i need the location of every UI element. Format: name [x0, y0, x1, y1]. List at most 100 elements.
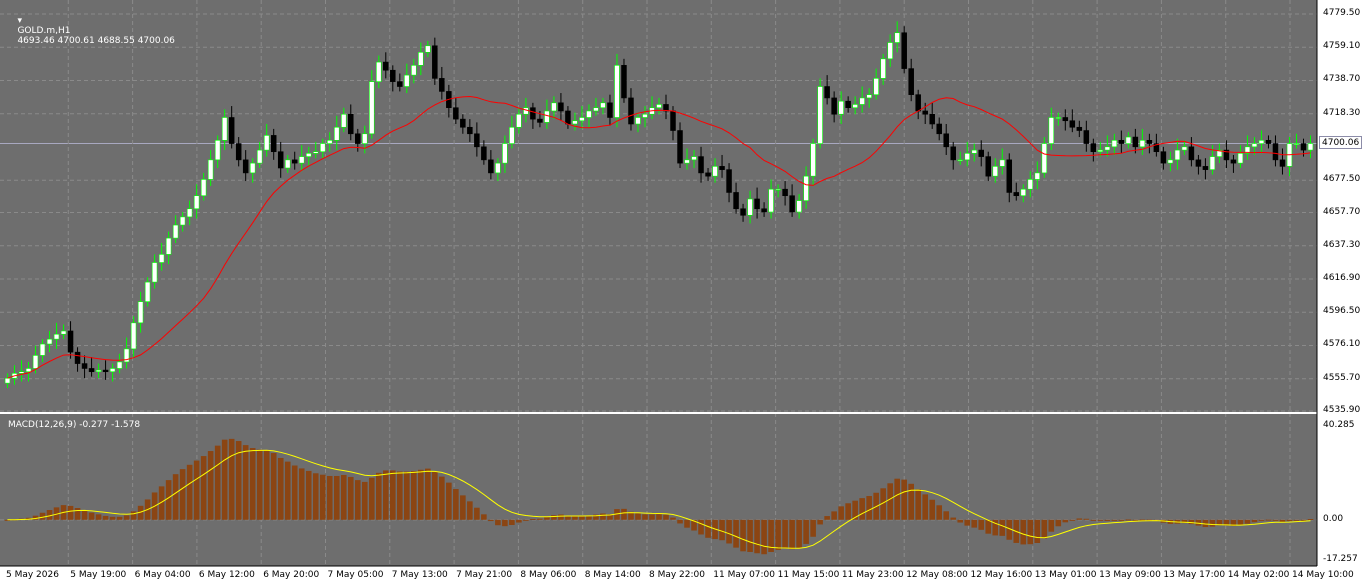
chart-canvas[interactable]: [0, 0, 1366, 585]
bear-candle: [1160, 151, 1167, 164]
bear-candle: [390, 69, 396, 82]
macd-bar: [172, 474, 179, 520]
bull-candle: [144, 281, 151, 302]
macd-bar: [943, 511, 950, 520]
macd-bar: [796, 519, 802, 548]
bear-candle: [228, 117, 235, 144]
macd-bar: [957, 519, 964, 523]
bear-candle: [81, 363, 88, 369]
macd-bar: [838, 506, 844, 520]
bull-candle: [817, 86, 823, 144]
macd-bar: [74, 508, 81, 520]
bull-candle: [691, 156, 697, 161]
macd-bar: [523, 519, 529, 521]
dropdown-triangle-icon[interactable]: ▾: [17, 16, 22, 26]
macd-bar: [95, 514, 102, 520]
macd-bar: [312, 473, 319, 520]
macd-bar: [1041, 519, 1048, 539]
bear-candle: [432, 45, 438, 79]
price-tick-label: 4576.10: [1323, 339, 1361, 350]
time-tick-label: 8 May 14:00: [584, 570, 641, 580]
macd-bar: [291, 465, 298, 520]
price-axis-panel[interactable]: [1317, 0, 1366, 585]
macd-bar: [1293, 519, 1300, 521]
macd-bar: [1188, 519, 1195, 525]
macd-bar: [649, 514, 655, 520]
bull-candle: [992, 166, 999, 177]
macd-bar: [894, 478, 900, 520]
macd-bar: [256, 449, 263, 520]
bull-candle: [60, 330, 67, 335]
bear-candle: [1265, 140, 1272, 144]
bull-candle: [179, 216, 186, 226]
bull-candle: [1048, 117, 1055, 144]
current-price-tag: 4700.06: [1319, 136, 1362, 150]
price-tick-label: 4677.50: [1323, 174, 1361, 185]
time-tick-label: 11 May 07:00: [713, 570, 776, 580]
macd-bar: [866, 496, 872, 520]
bull-candle: [1181, 146, 1188, 151]
bear-candle: [1083, 130, 1090, 144]
time-tick-label: 7 May 13:00: [391, 570, 448, 580]
bull-candle: [158, 254, 165, 263]
macd-bar: [1272, 519, 1279, 521]
macd-bar: [789, 519, 795, 550]
bear-candle: [1230, 159, 1237, 164]
macd-bar: [88, 512, 95, 520]
macd-bar: [719, 519, 725, 541]
trading-chart-window[interactable]: ▾ GOLD.m,H1 4693.46 4700.61 4688.55 4700…: [0, 0, 1366, 585]
bull-candle: [1104, 146, 1111, 151]
bull-candle: [53, 333, 60, 340]
time-tick-label: 11 May 15:00: [777, 570, 840, 580]
macd-bar: [242, 445, 249, 520]
time-tick-label: 5 May 2026: [6, 570, 59, 580]
macd-tick-label: 0.00: [1323, 513, 1344, 524]
bear-candle: [1013, 192, 1020, 197]
bear-candle: [754, 198, 760, 210]
macd-bar: [228, 438, 235, 520]
bull-candle: [600, 102, 606, 109]
bull-candle: [1307, 143, 1314, 151]
bull-candle: [747, 198, 753, 216]
bull-candle: [838, 100, 844, 115]
macd-bar: [1090, 519, 1097, 521]
macd-bar: [439, 476, 445, 520]
macd-bar: [207, 451, 214, 520]
bear-candle: [1076, 126, 1083, 131]
macd-bar: [1111, 519, 1118, 521]
macd-bar: [221, 439, 228, 520]
macd-bar: [39, 512, 46, 520]
time-tick-label: 7 May 21:00: [456, 570, 513, 580]
time-tick-label: 6 May 20:00: [263, 570, 320, 580]
price-tick-label: 4718.30: [1323, 107, 1361, 118]
macd-bar: [467, 501, 473, 520]
bull-candle: [495, 162, 501, 174]
macd-bar: [102, 515, 109, 520]
bull-candle: [376, 61, 382, 82]
bull-candle: [193, 195, 200, 210]
macd-bar: [368, 477, 375, 520]
time-tick-label: 5 May 19:00: [70, 570, 127, 580]
bear-candle: [467, 126, 473, 135]
macd-bar: [186, 464, 193, 520]
macd-bar: [488, 519, 494, 522]
macd-bar: [1125, 519, 1132, 521]
bull-candle: [326, 140, 333, 144]
bull-candle: [803, 175, 809, 201]
chart-header[interactable]: ▾ GOLD.m,H1 4693.46 4700.61 4688.55 4700…: [6, 6, 174, 56]
bear-candle: [943, 133, 949, 148]
bull-candle: [256, 149, 263, 164]
macd-bar: [677, 519, 683, 524]
macd-bar: [803, 519, 809, 544]
macd-bar: [389, 470, 396, 520]
bear-candle: [1006, 159, 1013, 193]
bull-candle: [1041, 143, 1048, 174]
macd-bar: [964, 519, 971, 526]
price-tick-label: 4616.90: [1323, 272, 1361, 283]
bull-candle: [1237, 153, 1244, 164]
macd-bar: [361, 481, 368, 520]
bull-candle: [46, 338, 53, 345]
bull-candle: [1111, 140, 1118, 148]
bull-candle: [214, 140, 221, 161]
macd-bar: [418, 469, 424, 520]
